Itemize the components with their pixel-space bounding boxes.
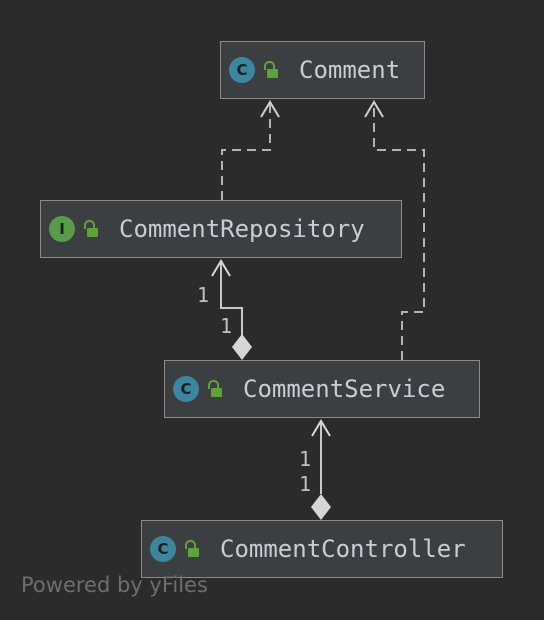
aggregation-diamond-controller <box>311 494 331 520</box>
interface-kind-icon: I <box>49 216 75 242</box>
diagram-canvas: C Comment I CommentRepository C CommentS… <box>0 0 544 620</box>
aggregation-diamond-service <box>232 334 252 360</box>
unlocked-padlock-icon <box>207 380 223 398</box>
node-label-comment-service: CommentService <box>243 375 446 403</box>
unlocked-padlock-icon <box>83 220 99 238</box>
class-node-comment-service[interactable]: C CommentService <box>164 360 480 418</box>
node-label-comment: Comment <box>299 56 401 84</box>
class-node-comment-controller[interactable]: C CommentController <box>141 520 503 578</box>
node-label-comment-repository: CommentRepository <box>119 215 365 243</box>
multiplicity-controller-target: 1 <box>299 447 312 471</box>
multiplicity-controller-source: 1 <box>299 472 312 496</box>
node-label-comment-controller: CommentController <box>220 535 466 563</box>
edge-repository-to-comment <box>221 104 271 200</box>
unlocked-padlock-icon <box>263 61 279 79</box>
class-node-comment[interactable]: C Comment <box>220 41 425 99</box>
unlocked-padlock-icon <box>184 540 200 558</box>
multiplicity-repository-end: 1 <box>197 283 210 307</box>
class-kind-icon: C <box>150 536 176 562</box>
class-kind-icon: C <box>173 376 199 402</box>
interface-node-comment-repository[interactable]: I CommentRepository <box>40 200 402 258</box>
multiplicity-service-end: 1 <box>220 314 233 338</box>
class-kind-icon: C <box>229 57 255 83</box>
yfiles-watermark: Powered by yFiles <box>21 573 208 597</box>
